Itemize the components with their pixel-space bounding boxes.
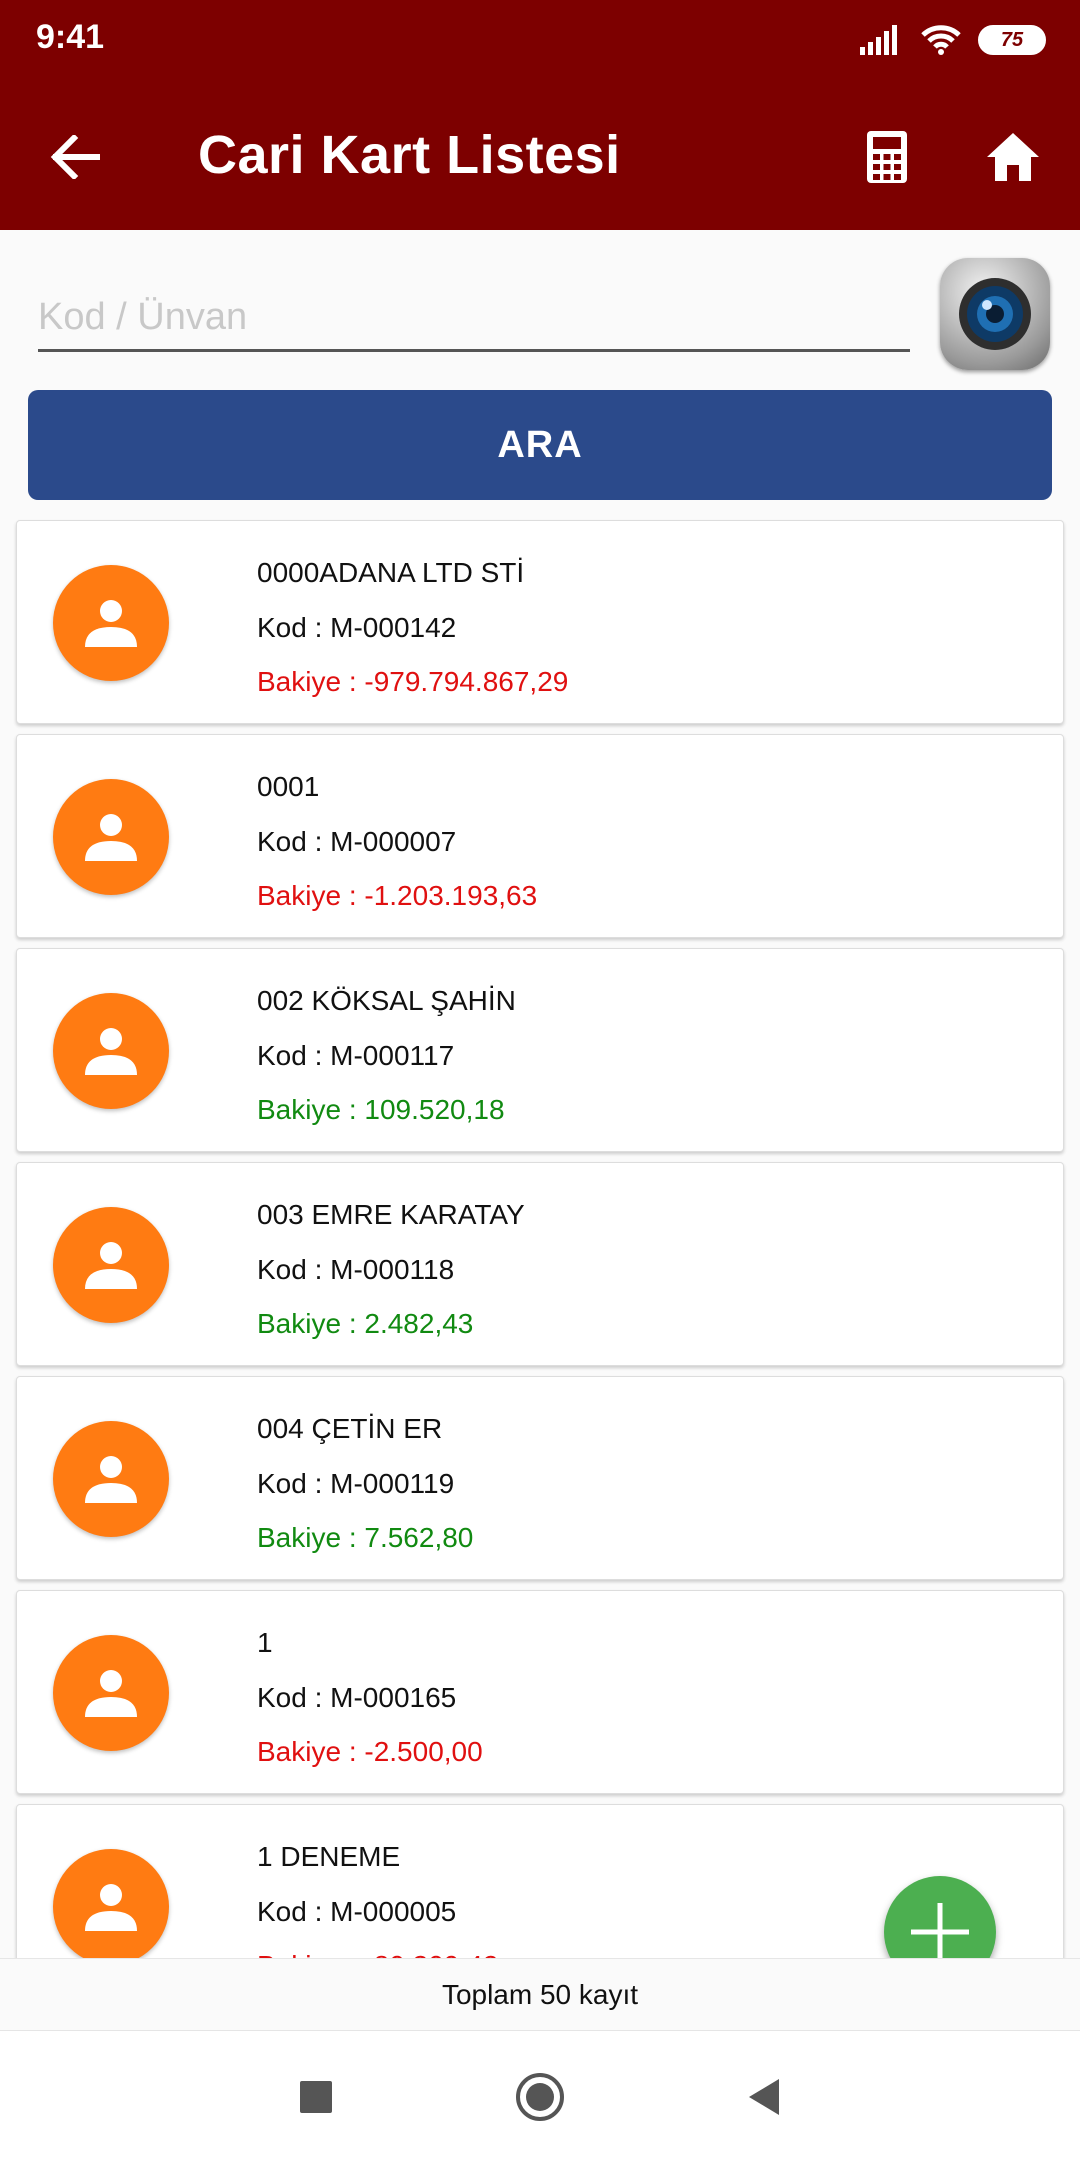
camera-scan-button[interactable] [940, 258, 1050, 370]
calculator-icon [867, 131, 907, 183]
customer-code: Kod : M-000118 [257, 1254, 455, 1285]
customer-code: Kod : M-000007 [257, 826, 457, 857]
customer-list: 0000ADANA LTD STİ Kod : M-000142 Bakiye … [0, 518, 1080, 1958]
avatar [53, 1207, 169, 1323]
avatar [53, 779, 169, 895]
customer-code: Kod : M-000119 [257, 1468, 455, 1499]
customer-code: Kod : M-000005 [257, 1896, 457, 1927]
circle-icon [516, 2073, 564, 2121]
list-item[interactable]: 0000ADANA LTD STİ Kod : M-000142 Bakiye … [16, 520, 1064, 724]
person-icon [85, 1670, 137, 1717]
plus-icon [911, 1903, 969, 1961]
back-button[interactable] [40, 122, 110, 192]
app-bar: Cari Kart Listesi [0, 80, 1080, 230]
recents-button[interactable] [286, 2067, 346, 2127]
search-input[interactable] [38, 286, 910, 352]
avatar [53, 1849, 169, 1958]
customer-balance: Bakiye : -979.794.867,29 [257, 666, 569, 697]
triangle-back-icon [749, 2079, 779, 2115]
customer-name: 003 EMRE KARATAY [257, 1199, 525, 1230]
list-item[interactable]: 002 KÖKSAL ŞAHİN Kod : M-000117 Bakiye :… [16, 948, 1064, 1152]
wifi-icon [921, 25, 961, 55]
camera-icon [959, 278, 1031, 350]
person-icon [85, 1456, 137, 1503]
customer-balance: Bakiye : -2.500,00 [257, 1736, 483, 1767]
person-icon [85, 1242, 137, 1289]
avatar [53, 1635, 169, 1751]
customer-name: 1 [257, 1627, 273, 1658]
avatar [53, 993, 169, 1109]
customer-name: 004 ÇETİN ER [257, 1413, 443, 1444]
avatar [53, 1421, 169, 1537]
person-icon [85, 600, 137, 647]
status-icons: 75 [860, 20, 1046, 60]
back-nav-button[interactable] [734, 2067, 794, 2127]
home-nav-button[interactable] [510, 2067, 570, 2127]
list-item[interactable]: 003 EMRE KARATAY Kod : M-000118 Bakiye :… [16, 1162, 1064, 1366]
customer-balance: Bakiye : 7.562,80 [257, 1522, 474, 1553]
status-bar: 9:41 75 [0, 0, 1080, 80]
page-title: Cari Kart Listesi [198, 125, 621, 185]
home-icon [987, 133, 1039, 181]
customer-name: 0001 [257, 771, 320, 802]
customer-name: 1 DENEME [257, 1841, 401, 1872]
list-item[interactable]: 004 ÇETİN ER Kod : M-000119 Bakiye : 7.5… [16, 1376, 1064, 1580]
square-icon [300, 2081, 332, 2113]
customer-code: Kod : M-000165 [257, 1682, 457, 1713]
record-count: Toplam 50 kayıt [0, 1958, 1080, 2030]
battery-icon: 75 [978, 25, 1046, 55]
list-item[interactable]: 0001 Kod : M-000007 Bakiye : -1.203.193,… [16, 734, 1064, 938]
arrow-left-icon [50, 135, 100, 179]
system-nav-bar [0, 2030, 1080, 2160]
customer-balance: Bakiye : -1.203.193,63 [257, 880, 538, 911]
customer-name: 002 KÖKSAL ŞAHİN [257, 985, 516, 1016]
home-button[interactable] [978, 122, 1048, 192]
signal-icon [860, 25, 897, 55]
status-time: 9:41 [36, 18, 105, 56]
calculator-button[interactable] [852, 122, 922, 192]
person-icon [85, 814, 137, 861]
customer-code: Kod : M-000142 [257, 612, 457, 643]
customer-code: Kod : M-000117 [257, 1040, 455, 1071]
person-icon [85, 1028, 137, 1075]
person-icon [85, 1884, 137, 1931]
customer-balance: Bakiye : 2.482,43 [257, 1308, 474, 1339]
avatar [53, 565, 169, 681]
list-item[interactable]: 1 Kod : M-000165 Bakiye : -2.500,00 [16, 1590, 1064, 1794]
customer-balance: Bakiye : -80.309,42 [257, 1950, 498, 1958]
search-button[interactable]: ARA [28, 390, 1052, 500]
customer-balance: Bakiye : 109.520,18 [257, 1094, 505, 1125]
customer-name: 0000ADANA LTD STİ [257, 557, 525, 588]
